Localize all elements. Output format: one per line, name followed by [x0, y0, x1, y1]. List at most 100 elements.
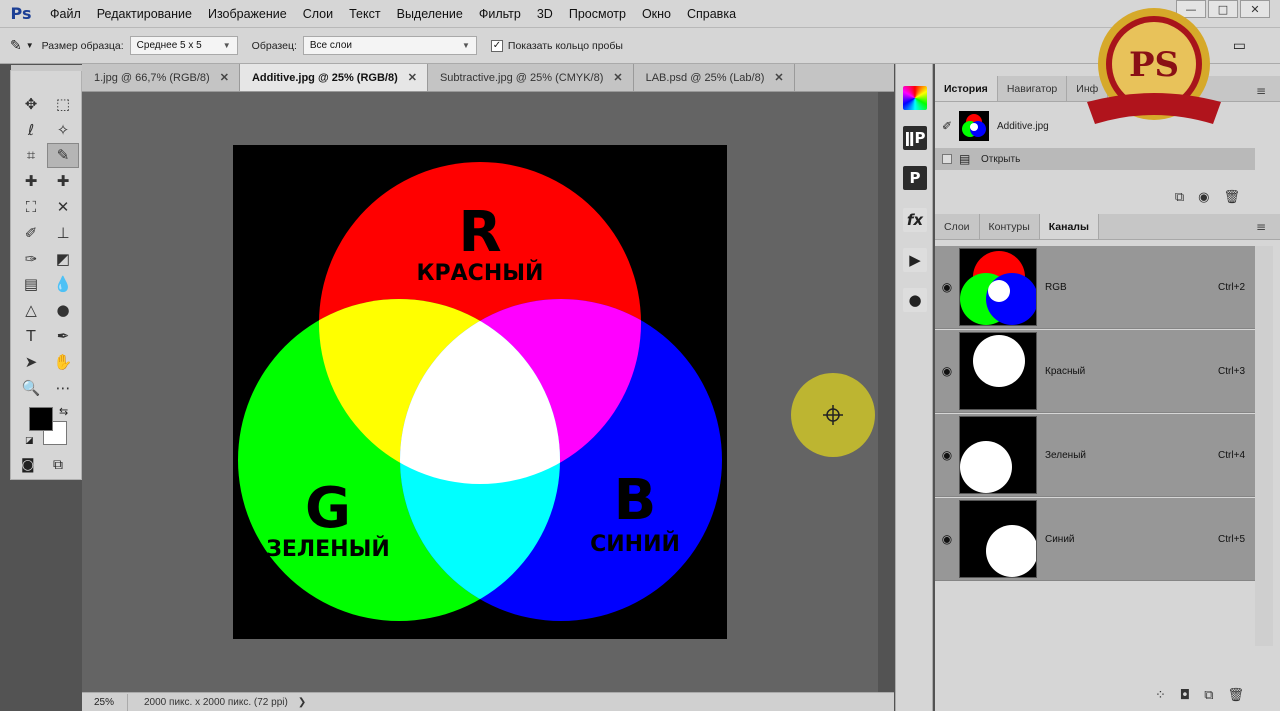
quick-select-tool-icon[interactable]: ✧ [47, 117, 79, 143]
panel-menu-icon[interactable]: ≡ [1256, 220, 1266, 234]
tab-additive[interactable]: Additive.jpg @ 25% (RGB/8) ✕ [239, 64, 428, 91]
workspace-icon[interactable]: ▭ [1233, 37, 1246, 54]
tools-panel: ✥ ⬚ ℓ ✧ ⌗ ✎ ✚ ✚ ⛶ ✕ ✐ ⊥ ✑ ◩ ▤ 💧 △ ● T ✒ … [10, 65, 83, 480]
sample-select[interactable]: Все слои ▼ [302, 36, 477, 55]
channel-row-rgb[interactable]: ◉ RGB Ctrl+2 [935, 246, 1255, 329]
chevron-down-icon: ▼ [461, 41, 470, 50]
eraser-tool-icon[interactable]: ◩ [47, 246, 79, 272]
load-selection-icon[interactable]: ⁘ [1155, 688, 1166, 703]
eye-icon[interactable]: ◉ [935, 364, 959, 378]
eyedropper-tool-icon[interactable]: ✎ [47, 142, 79, 169]
dodge-tool-icon[interactable]: ● [47, 297, 79, 323]
blur-tool-icon[interactable]: 💧 [47, 272, 79, 298]
gradient-tool-icon[interactable]: ▤ [15, 272, 47, 298]
close-icon[interactable]: ✕ [220, 71, 229, 84]
rgb-venn-image[interactable]: R КРАСНЫЙ G ЗЕЛЕНЫЙ B СИНИЙ [233, 145, 727, 639]
patch-tool-icon[interactable]: ✚ [47, 168, 79, 194]
menu-filter[interactable]: Фильтр [471, 0, 529, 28]
close-button[interactable]: ✕ [1240, 0, 1270, 18]
history-footer: ⧉ ◉ 🗑 [1175, 190, 1240, 205]
menu-select[interactable]: Выделение [389, 0, 471, 28]
more-tools-icon[interactable]: ⋯ [47, 375, 79, 401]
crop-tool-icon[interactable]: ⌗ [15, 143, 47, 169]
close-icon[interactable]: ✕ [774, 71, 783, 84]
close-icon[interactable]: ✕ [408, 71, 417, 84]
default-colors-icon[interactable]: ◪ [25, 436, 34, 446]
paragraph-icon[interactable]: ǁP [903, 126, 927, 150]
tab-1jpg[interactable]: 1.jpg @ 66,7% (RGB/8) ✕ [82, 64, 240, 91]
sample-value: Все слои [309, 40, 352, 51]
channel-row-blue[interactable]: ◉ Синий Ctrl+5 [935, 498, 1255, 581]
frame-tool-icon[interactable]: ⛶ [15, 194, 47, 220]
tab-history[interactable]: История [935, 76, 998, 101]
save-selection-icon[interactable]: ◘ [1180, 688, 1190, 703]
marquee-tool-icon[interactable]: ⬚ [47, 91, 79, 117]
menu-file[interactable]: Файл [42, 0, 89, 28]
zoom-level-field[interactable]: 25% [82, 693, 128, 711]
hand-tool-icon[interactable]: ✋ [47, 349, 79, 375]
screen-mode-icon[interactable]: ⧉ [53, 457, 63, 473]
lasso-tool-icon[interactable]: ℓ [15, 117, 47, 143]
pen-tool-icon[interactable]: ✒ [47, 323, 79, 349]
zoom-tool-icon[interactable]: 🔍 [15, 375, 47, 401]
panel-menu-icon[interactable]: ≡ [1256, 84, 1266, 98]
menu-3d[interactable]: 3D [529, 0, 561, 28]
sharpen-tool-icon[interactable]: △ [15, 297, 47, 323]
quick-mask-icon[interactable]: ◙ [21, 457, 35, 473]
tab-channels[interactable]: Каналы [1039, 214, 1099, 239]
content-move-tool-icon[interactable]: ✕ [47, 194, 79, 220]
trash-icon[interactable]: 🗑 [1227, 688, 1244, 703]
clone-stamp-tool-icon[interactable]: ⊥ [47, 220, 79, 246]
tab-subtractive[interactable]: Subtractive.jpg @ 25% (CMYK/8) ✕ [428, 64, 634, 91]
character-icon[interactable]: P [903, 166, 927, 190]
menu-type[interactable]: Текст [341, 0, 388, 28]
channel-thumbnail [959, 416, 1037, 494]
toolbar-collapse-bar[interactable] [11, 65, 83, 71]
eye-icon[interactable]: ◉ [935, 280, 959, 294]
eye-icon[interactable]: ◉ [935, 532, 959, 546]
channels-scrollbar[interactable] [1255, 246, 1273, 646]
new-document-from-state-icon[interactable]: ⧉ [1175, 190, 1184, 205]
tab-label: Additive.jpg @ 25% (RGB/8) [251, 71, 398, 84]
show-ring-checkbox[interactable]: ✓ [490, 39, 503, 52]
color-wheel-icon[interactable] [903, 86, 927, 110]
play-icon[interactable]: ▶ [903, 248, 927, 272]
adjust-icon[interactable]: ● [903, 288, 927, 312]
swap-colors-icon[interactable]: ⇆ [59, 405, 68, 418]
eyedropper-tool-preset-icon[interactable]: ✎ [10, 37, 22, 54]
menu-edit[interactable]: Редактирование [89, 0, 200, 28]
channels-panel-tabs: Слои Контуры Каналы [935, 214, 1280, 240]
fx-icon[interactable]: fx [903, 208, 927, 232]
brush-source-icon[interactable]: ✐ [935, 119, 959, 133]
path-select-tool-icon[interactable]: ➤ [15, 349, 47, 375]
menu-help[interactable]: Справка [679, 0, 744, 28]
tab-navigator[interactable]: Навигатор [998, 76, 1068, 101]
spot-healing-tool-icon[interactable]: ✚ [15, 168, 47, 194]
tab-layers[interactable]: Слои [935, 214, 980, 239]
channel-row-green[interactable]: ◉ Зеленый Ctrl+4 [935, 414, 1255, 497]
move-tool-icon[interactable]: ✥ [15, 91, 47, 117]
menu-view[interactable]: Просмотр [561, 0, 634, 28]
tab-paths[interactable]: Контуры [980, 214, 1040, 239]
brush-tool-icon[interactable]: ✐ [15, 220, 47, 246]
tab-lab[interactable]: LAB.psd @ 25% (Lab/8) ✕ [634, 64, 795, 91]
history-step-checkbox[interactable] [935, 154, 959, 164]
foreground-color-swatch[interactable] [29, 407, 53, 431]
chevron-down-icon[interactable]: ▼ [26, 41, 34, 50]
menu-window[interactable]: Окно [634, 0, 679, 28]
channel-row-red[interactable]: ◉ Красный Ctrl+3 [935, 330, 1255, 413]
menu-image[interactable]: Изображение [200, 0, 295, 28]
close-icon[interactable]: ✕ [613, 71, 622, 84]
status-menu-arrow[interactable]: ❯ [298, 697, 306, 708]
eye-icon[interactable]: ◉ [935, 448, 959, 462]
camera-icon[interactable]: ◉ [1198, 190, 1209, 205]
crosshair-icon [823, 405, 843, 425]
sample-size-select[interactable]: Среднее 5 x 5 ▼ [129, 36, 238, 55]
type-tool-icon[interactable]: T [15, 323, 47, 349]
trash-icon[interactable]: 🗑 [1223, 190, 1240, 205]
history-step[interactable]: ▤ Открыть [935, 148, 1255, 170]
history-brush-tool-icon[interactable]: ✑ [15, 246, 47, 272]
canvas-area[interactable]: R КРАСНЫЙ G ЗЕЛЕНЫЙ B СИНИЙ [82, 92, 878, 692]
menu-layers[interactable]: Слои [295, 0, 341, 28]
new-channel-icon[interactable]: ⧉ [1204, 688, 1213, 703]
